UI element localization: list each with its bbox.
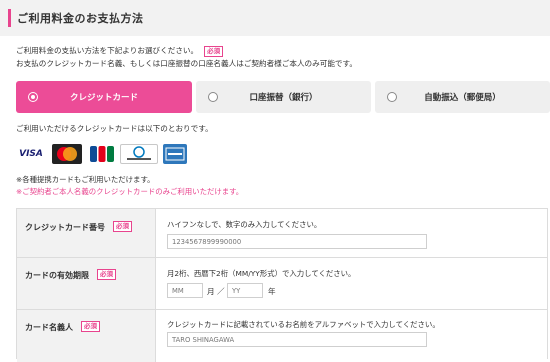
payment-method-selector: クレジットカード 口座振替（銀行） 自動振込（郵便局） xyxy=(16,81,550,113)
note-partner-cards: ※各種提携カードもご利用いただけます。 xyxy=(16,175,155,184)
mastercard-logo-icon xyxy=(52,144,82,164)
mastercard-circles-icon xyxy=(57,147,77,161)
month-unit: 月 xyxy=(207,287,215,296)
expiry-header: カードの有効期限 必須 xyxy=(17,258,156,309)
card-number-input[interactable]: 1234567899990000 xyxy=(167,234,427,249)
holder-row: カード名義人 必須 クレジットカードに記載されているお名前をアルファベットで入力… xyxy=(17,310,547,362)
expiry-description: 月2桁、西暦下2桁（MM/YY形式）で入力してください。 xyxy=(167,269,356,278)
card-number-cell: ハイフンなしで、数字のみ入力してください。 1234567899990000 xyxy=(167,209,547,257)
jcb-stripes-icon xyxy=(90,146,114,162)
expiry-year-input[interactable]: YY xyxy=(227,283,263,298)
card-number-header: クレジットカード番号 必須 xyxy=(17,209,156,257)
expiry-cell: 月2桁、西暦下2桁（MM/YY形式）で入力してください。 MM 月 ／ YY 年 xyxy=(167,258,547,309)
method-bank-transfer[interactable]: 口座振替（銀行） xyxy=(196,81,371,113)
method-postal-transfer[interactable]: 自動振込（郵便局） xyxy=(375,81,550,113)
intro-line-1: ご利用料金の支払い方法を下記よりお選びください。 xyxy=(16,46,199,55)
holder-header: カード名義人 必須 xyxy=(17,310,156,362)
card-notes: ※各種提携カードもご利用いただけます。 ※ご契約者ご本人名義のクレジットカードの… xyxy=(16,174,243,198)
required-badge: 必須 xyxy=(204,45,224,57)
note-holder-only: ※ご契約者ご本人名義のクレジットカードのみご利用いただけます。 xyxy=(16,187,244,196)
required-badge: 必須 xyxy=(81,321,100,332)
required-badge: 必須 xyxy=(97,269,116,280)
intro-line-2: お支払のクレジットカード名義、もしくは口座振替の口座名義人はご契約者様ご本人のみ… xyxy=(16,59,357,68)
holder-cell: クレジットカードに記載されているお名前をアルファベットで入力してください。 TA… xyxy=(167,310,547,362)
holder-description: クレジットカードに記載されているお名前をアルファベットで入力してください。 xyxy=(167,320,440,329)
available-cards-text: ご利用いただけるクレジットカードは以下のとおりです。 xyxy=(16,124,213,133)
diners-circle-icon xyxy=(127,146,151,160)
credit-card-form: クレジットカード番号 必須 ハイフンなしで、数字のみ入力してください。 1234… xyxy=(16,208,548,362)
expiry-row: カードの有効期限 必須 月2桁、西暦下2桁（MM/YY形式）で入力してください。… xyxy=(17,258,547,310)
intro-text: ご利用料金の支払い方法を下記よりお選びください。 必須 お支払のクレジットカード名… xyxy=(16,44,546,71)
card-number-row: クレジットカード番号 必須 ハイフンなしで、数字のみ入力してください。 1234… xyxy=(17,209,547,258)
section-title: ご利用料金のお支払方法 xyxy=(17,12,144,25)
expiry-month-input[interactable]: MM xyxy=(167,283,203,298)
diners-club-logo-icon xyxy=(120,144,158,164)
amex-logo-icon xyxy=(163,144,187,164)
amex-box-icon xyxy=(165,147,185,161)
jcb-logo-icon xyxy=(88,144,116,164)
slash-separator: ／ xyxy=(217,287,225,296)
card-number-label: クレジットカード番号 xyxy=(25,223,105,232)
visa-logo-icon: VISA xyxy=(16,144,46,164)
method-label: 自動振込（郵便局） xyxy=(424,93,501,103)
holder-label: カード名義人 xyxy=(25,323,73,332)
method-label: 口座振替（銀行） xyxy=(249,93,318,103)
holder-name-input[interactable]: TARO SHINAGAWA xyxy=(167,332,427,347)
expiry-label: カードの有効期限 xyxy=(25,271,89,280)
section-header: ご利用料金のお支払方法 xyxy=(0,0,550,36)
section-accent-bar xyxy=(8,9,11,27)
method-label: クレジットカード xyxy=(69,93,138,103)
card-number-description: ハイフンなしで、数字のみ入力してください。 xyxy=(167,220,322,229)
required-badge: 必須 xyxy=(113,221,132,232)
year-unit: 年 xyxy=(268,287,276,296)
method-credit-card[interactable]: クレジットカード xyxy=(16,81,192,113)
